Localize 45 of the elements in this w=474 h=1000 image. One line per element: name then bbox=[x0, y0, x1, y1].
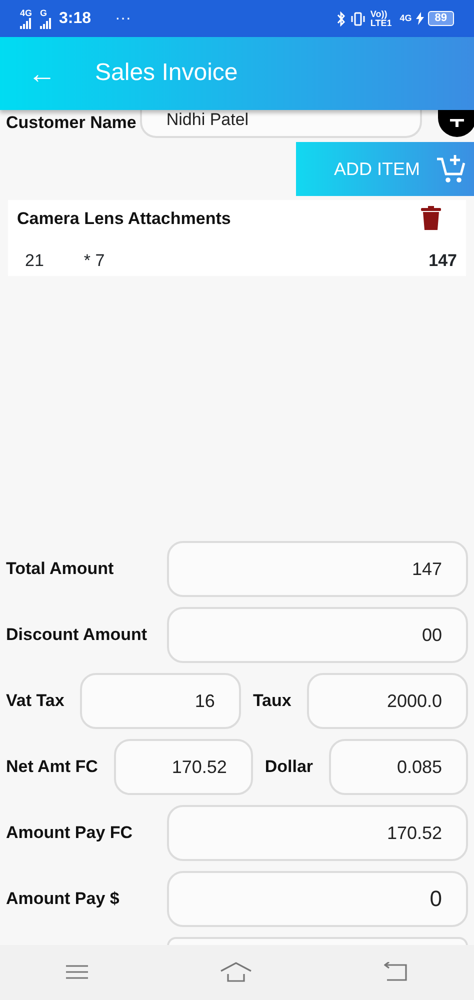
field-label: Dollar bbox=[264, 756, 314, 778]
item-quantity: 21 bbox=[25, 250, 44, 272]
add-customer-button[interactable] bbox=[438, 110, 474, 137]
amount-field[interactable]: 0 bbox=[167, 871, 468, 927]
cart-plus-icon bbox=[436, 154, 466, 184]
trash-icon bbox=[421, 206, 441, 230]
battery-level: 89 bbox=[428, 11, 454, 26]
item-total: 147 bbox=[428, 250, 457, 272]
page-title: Sales Invoice bbox=[95, 59, 238, 88]
network-label: 4G bbox=[20, 8, 32, 18]
amount-field[interactable]: 147 bbox=[167, 541, 468, 597]
home-button[interactable] bbox=[220, 960, 252, 984]
network-label: Vo)) bbox=[370, 10, 388, 18]
signal-icon bbox=[40, 18, 52, 28]
field-label: Taux bbox=[252, 690, 292, 712]
amount-field[interactable]: 16 bbox=[80, 673, 241, 729]
amount-field[interactable]: 2000.0 bbox=[307, 673, 468, 729]
network-label: LTE1 bbox=[370, 18, 392, 28]
field-label: Discount Amount bbox=[6, 625, 148, 644]
item-name: Camera Lens Attachments bbox=[17, 208, 231, 230]
menu-icon bbox=[66, 964, 88, 980]
field-label: Amount Pay FC bbox=[6, 823, 133, 842]
field-label: Vat Tax bbox=[6, 690, 64, 712]
plus-icon bbox=[449, 119, 465, 128]
item-rate: * 7 bbox=[84, 250, 105, 272]
bluetooth-icon bbox=[336, 10, 346, 26]
field-label: Total Amount bbox=[6, 559, 114, 578]
amount-field[interactable]: 00 bbox=[167, 607, 468, 663]
more-indicator: ··· bbox=[115, 8, 132, 28]
customer-name-field[interactable]: Nidhi Patel bbox=[140, 110, 422, 138]
field-label: Net Amt FC bbox=[6, 756, 98, 778]
delete-button[interactable] bbox=[421, 206, 441, 230]
field-label: Customer Name bbox=[6, 113, 136, 133]
vibrate-icon bbox=[350, 10, 366, 26]
field-label: Amount Pay $ bbox=[6, 889, 120, 908]
network-label: G bbox=[40, 8, 48, 18]
charging-icon bbox=[416, 12, 424, 25]
amount-field[interactable]: 0.085 bbox=[329, 739, 468, 795]
home-icon bbox=[220, 962, 252, 982]
back-icon bbox=[384, 962, 408, 982]
clock-time: 3:18 bbox=[59, 8, 92, 28]
network-label: 4G bbox=[400, 14, 412, 23]
amount-field[interactable]: 170.52 bbox=[167, 805, 468, 861]
amount-field[interactable]: 170.52 bbox=[114, 739, 253, 795]
signal-icon bbox=[20, 18, 31, 28]
